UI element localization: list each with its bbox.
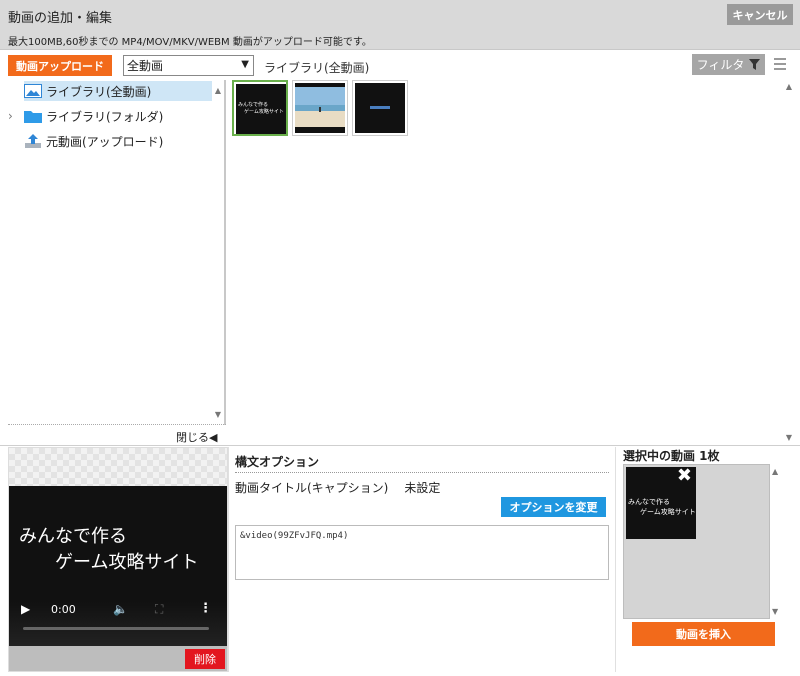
toolbar: 動画アップロード 全動画 ▼ ライブラリ(全動画) フィルタ — [0, 51, 800, 79]
thumb-caption: みんなで作る — [238, 101, 268, 108]
tree-item-label: 元動画(アップロード) — [46, 134, 164, 149]
video-thumbnail-image — [355, 83, 405, 133]
video-thumbnail[interactable] — [352, 80, 408, 136]
video-preview-panel: みんなで作る ゲーム攻略サイト ▶ 0:00 🔈 ⛶ ⋮ 削除 — [8, 447, 228, 672]
folder-icon — [24, 111, 42, 123]
dialog-title: 動画の追加・編集 — [8, 11, 113, 26]
section-divider — [0, 445, 800, 446]
tree-item-library-all[interactable]: ライブラリ(全動画) — [24, 81, 212, 101]
upload-icon — [25, 134, 41, 148]
video-thumbnail[interactable]: みんなで作る ゲーム攻略サイト — [232, 80, 288, 136]
video-grid: みんなで作る ゲーム攻略サイト ▲ ▼ — [228, 80, 794, 444]
filter-button[interactable]: フィルタ — [692, 54, 765, 75]
scroll-up-arrow-icon[interactable]: ▲ — [786, 82, 792, 91]
video-progress-bar[interactable] — [23, 627, 209, 630]
current-library-label: ライブラリ(全動画) — [264, 61, 370, 75]
options-title: 構文オプション — [235, 455, 320, 469]
hamburger-menu-icon[interactable] — [774, 58, 786, 70]
scroll-down-arrow-icon[interactable]: ▼ — [786, 433, 792, 442]
transparent-background — [9, 448, 227, 486]
tree-item-label: ライブラリ(全動画) — [46, 84, 152, 99]
tree-item-library-folder[interactable]: › ライブラリ(フォルダ) — [8, 106, 212, 126]
caption-label: 動画タイトル(キャプション) — [235, 481, 389, 495]
thumb-caption: ゲーム攻略サイト — [640, 508, 696, 516]
caption-row: 動画タイトル(キャプション) 未設定 — [235, 479, 440, 496]
volume-icon[interactable]: 🔈 — [113, 602, 128, 616]
fullscreen-icon[interactable]: ⛶ — [155, 602, 163, 617]
video-filter-select[interactable]: 全動画 ▼ — [123, 55, 254, 76]
video-text-line1: みんなで作る — [19, 526, 127, 547]
scroll-down-arrow-icon[interactable]: ▼ — [772, 607, 778, 616]
selected-title: 選択中の動画 1枚 — [623, 449, 720, 463]
upload-limits-text: 最大100MB,60秒までの MP4/MOV/MKV/WEBM 動画がアップロー… — [8, 37, 372, 48]
scroll-up-arrow-icon[interactable]: ▲ — [215, 86, 221, 95]
folder-tree: ライブラリ(全動画) › ライブラリ(フォルダ) 元動画(アップロード) ▲ ▼ — [8, 80, 226, 425]
funnel-icon — [749, 59, 761, 70]
dialog-header: 動画の追加・編集 最大100MB,60秒までの MP4/MOV/MKV/WEBM… — [0, 0, 800, 50]
preview-footer: 削除 — [9, 646, 227, 671]
selected-video-thumbnail[interactable]: ✖ みんなで作る ゲーム攻略サイト — [626, 465, 696, 539]
image-icon — [24, 84, 42, 98]
filter-label: フィルタ — [696, 58, 745, 72]
syntax-options-panel: 構文オプション 動画タイトル(キャプション) 未設定 オプションを変更 &vide… — [228, 447, 616, 672]
remove-icon[interactable]: ✖ — [677, 465, 692, 486]
change-options-button[interactable]: オプションを変更 — [501, 497, 606, 517]
delete-button[interactable]: 削除 — [185, 649, 225, 669]
thumb-caption: ゲーム攻略サイト — [244, 108, 284, 115]
tree-item-original-upload[interactable]: 元動画(アップロード) — [24, 131, 212, 151]
video-player[interactable]: みんなで作る ゲーム攻略サイト ▶ 0:00 🔈 ⛶ ⋮ — [9, 486, 227, 646]
chevron-down-icon: ▼ — [241, 59, 249, 70]
selected-videos-panel: 選択中の動画 1枚 ✖ みんなで作る ゲーム攻略サイト ▲ ▼ 動画を挿入 — [617, 447, 800, 672]
video-thumbnail-image — [295, 83, 345, 133]
scroll-down-arrow-icon[interactable]: ▼ — [215, 410, 221, 419]
insert-video-button[interactable]: 動画を挿入 — [632, 622, 775, 646]
close-tree-link[interactable]: 閉じる◀ — [176, 429, 217, 445]
syntax-textarea[interactable]: &video(99ZFvJFQ.mp4) — [235, 525, 609, 580]
thumb-caption: みんなで作る — [628, 498, 670, 506]
video-time: 0:00 — [51, 603, 76, 616]
video-thumbnail[interactable] — [292, 80, 348, 136]
caption-value: 未設定 — [404, 481, 441, 495]
select-value: 全動画 — [127, 59, 164, 73]
play-icon[interactable]: ▶ — [21, 602, 30, 616]
options-divider — [235, 472, 609, 473]
upload-video-button[interactable]: 動画アップロード — [8, 55, 112, 76]
video-text-line2: ゲーム攻略サイト — [55, 552, 199, 573]
chevron-right-icon[interactable]: › — [8, 109, 24, 123]
more-options-icon[interactable]: ⋮ — [199, 601, 212, 616]
selected-videos-list: ✖ みんなで作る ゲーム攻略サイト — [623, 464, 770, 619]
scroll-up-arrow-icon[interactable]: ▲ — [772, 467, 778, 476]
cancel-button[interactable]: キャンセル — [727, 4, 793, 25]
tree-item-label: ライブラリ(フォルダ) — [46, 109, 164, 124]
tree-divider — [8, 424, 226, 425]
video-thumbnail-image: みんなで作る ゲーム攻略サイト — [236, 84, 286, 134]
